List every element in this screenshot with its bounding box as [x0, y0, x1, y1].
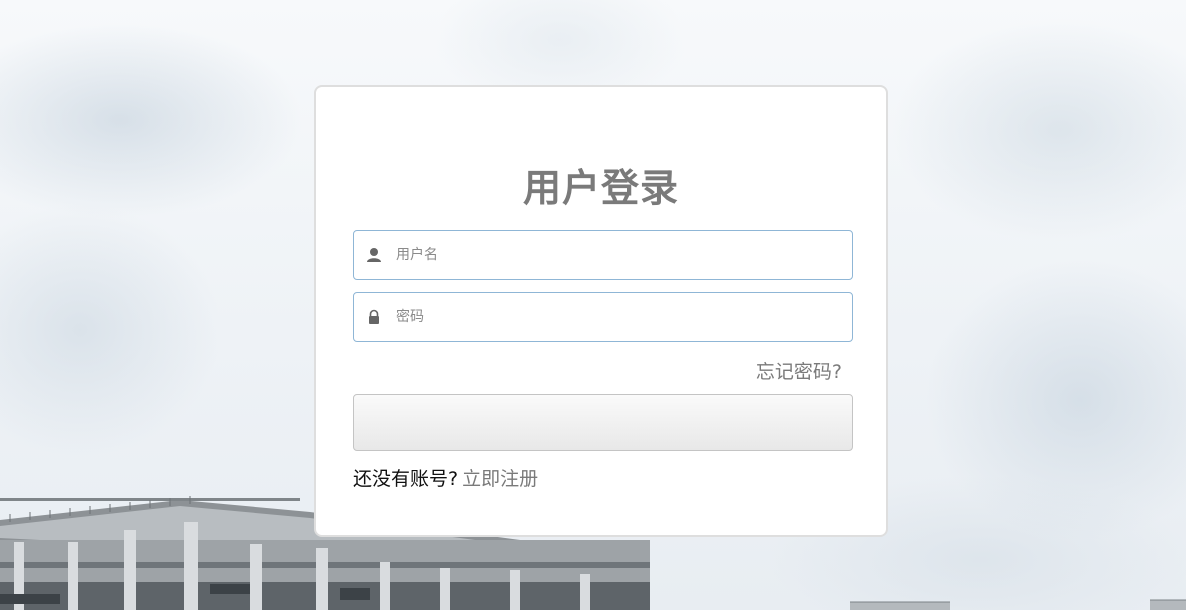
- password-field[interactable]: [353, 292, 853, 342]
- user-icon: [366, 247, 382, 263]
- username-field[interactable]: [353, 230, 853, 280]
- register-prompt: 还没有账号?: [353, 468, 459, 490]
- lock-icon: [366, 309, 382, 325]
- password-input[interactable]: [396, 293, 836, 341]
- register-row: 还没有账号? 立即注册: [353, 464, 538, 491]
- username-input[interactable]: [396, 231, 836, 279]
- forgot-password-link[interactable]: 忘记密码?: [756, 357, 842, 384]
- background-building-right-image: [850, 599, 1186, 610]
- login-card: 用户登录 忘记密码? 还没有账号?立即注册: [314, 85, 888, 537]
- login-title: 用户登录: [522, 166, 679, 210]
- login-button[interactable]: [353, 394, 853, 451]
- register-link[interactable]: 立即注册: [462, 468, 538, 490]
